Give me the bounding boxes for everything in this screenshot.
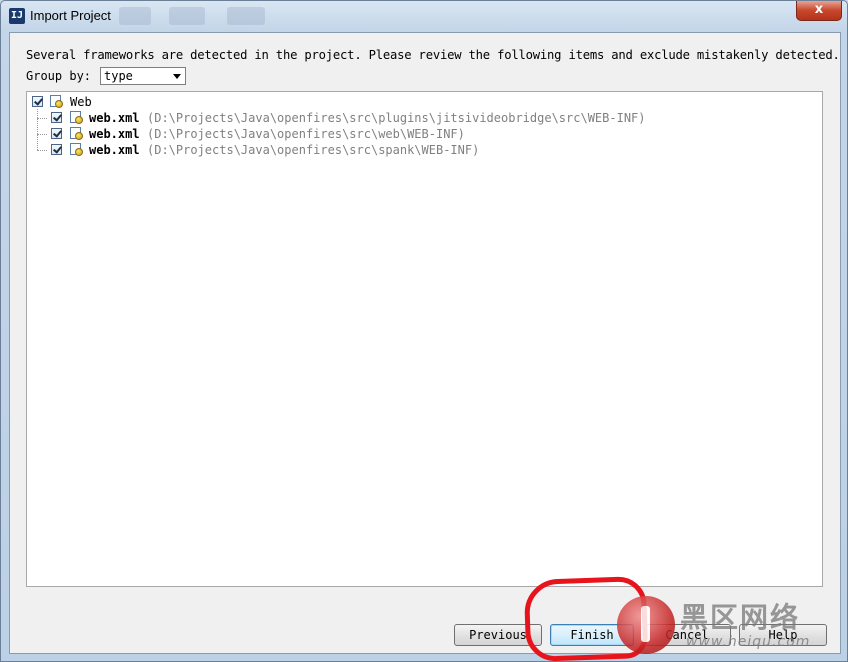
close-button[interactable]: x bbox=[796, 1, 842, 21]
web-framework-icon bbox=[50, 95, 63, 108]
intellij-idea-icon: IJ bbox=[9, 8, 25, 24]
item-checkbox[interactable] bbox=[51, 112, 62, 123]
blurred-title-region bbox=[119, 7, 151, 25]
web-xml-icon bbox=[70, 143, 83, 156]
title-bar[interactable]: IJ Import Project x bbox=[1, 1, 847, 31]
tree-line bbox=[37, 150, 47, 151]
item-name: web.xml bbox=[89, 143, 140, 157]
frameworks-tree[interactable]: Web web.xml (D:\Projects\Java\openfires\… bbox=[26, 91, 823, 587]
item-checkbox[interactable] bbox=[51, 128, 62, 139]
tree-line bbox=[37, 134, 47, 135]
item-path: (D:\Projects\Java\openfires\src\spank\WE… bbox=[147, 143, 480, 157]
tree-line bbox=[37, 118, 47, 119]
import-project-window: IJ Import Project x Several frameworks a… bbox=[0, 0, 848, 662]
watermark-text: 黑区网络 bbox=[680, 601, 801, 634]
dialog-content: Several frameworks are detected in the p… bbox=[9, 32, 841, 654]
item-name: web.xml bbox=[89, 111, 140, 125]
web-xml-icon bbox=[70, 127, 83, 140]
tree-item-web-xml[interactable]: web.xml (D:\Projects\Java\openfires\src\… bbox=[51, 142, 811, 158]
item-path: (D:\Projects\Java\openfires\src\plugins\… bbox=[147, 111, 646, 125]
item-path: (D:\Projects\Java\openfires\src\web\WEB-… bbox=[147, 127, 465, 141]
tree-item-web-xml[interactable]: web.xml (D:\Projects\Java\openfires\src\… bbox=[51, 126, 811, 142]
group-by-value: type bbox=[104, 69, 133, 83]
watermark-url: www.heiqu.com bbox=[686, 634, 811, 650]
web-xml-icon bbox=[70, 111, 83, 124]
tree-item-web-xml[interactable]: web.xml (D:\Projects\Java\openfires\src\… bbox=[51, 110, 811, 126]
blurred-title-region bbox=[169, 7, 205, 25]
item-checkbox[interactable] bbox=[51, 144, 62, 155]
description-text: Several frameworks are detected in the p… bbox=[26, 48, 840, 62]
window-title: Import Project bbox=[30, 8, 111, 23]
blurred-title-region bbox=[227, 7, 265, 25]
web-checkbox[interactable] bbox=[32, 96, 43, 107]
chevron-down-icon bbox=[173, 74, 181, 79]
tree-root-label: Web bbox=[70, 95, 92, 109]
watermark-logo-icon bbox=[617, 596, 675, 654]
tree-root-web[interactable]: Web bbox=[32, 94, 332, 110]
group-by-select[interactable]: type bbox=[100, 67, 186, 85]
group-by-label: Group by: bbox=[26, 69, 92, 83]
item-name: web.xml bbox=[89, 127, 140, 141]
tree-line bbox=[37, 109, 38, 150]
